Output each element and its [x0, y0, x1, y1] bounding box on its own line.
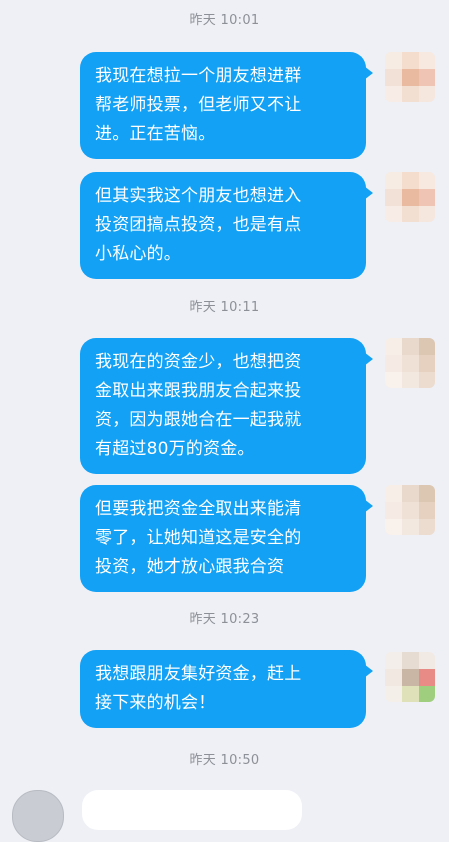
timestamp: 昨天 10:23	[189, 612, 260, 627]
avatar-icon[interactable]	[12, 790, 64, 842]
message-text-line: 小私心的。	[95, 244, 181, 264]
message-text-line: 金取出来跟我朋友合起来投	[95, 381, 302, 401]
timestamp: 昨天 10:50	[189, 753, 260, 768]
message-text-line: 我现在的资金少，也想把资	[95, 352, 302, 372]
bubble-tail	[364, 352, 373, 366]
message-bubble[interactable]: 我想跟朋友集好资金，赶上 接下来的机会！	[80, 650, 373, 728]
avatar-pixelated-icon[interactable]	[385, 485, 435, 535]
message-text-line: 进。正在苦恼。	[95, 124, 216, 144]
message-row	[0, 782, 449, 842]
message-text-line: 投资，她才放心跟我合资	[95, 557, 285, 577]
message-text-line: 但其实我这个朋友也想进入	[95, 186, 302, 206]
avatar-pixelated-icon[interactable]	[385, 52, 435, 102]
bubble-tail	[364, 186, 373, 200]
message-text-line: 投资团搞点投资，也是有点	[95, 215, 302, 235]
avatar-pixelated-icon[interactable]	[385, 652, 435, 702]
avatar-pixelated-icon[interactable]	[385, 338, 435, 388]
bubble-tail	[364, 66, 373, 80]
message-text-line: 但要我把资金全取出来能清	[95, 499, 302, 519]
message-text-line: 我现在想拉一个朋友想进群	[95, 66, 302, 86]
chat-conversation[interactable]: 昨天 10:01 我现在想拉一个朋友想进群 帮老师投票，但老师又不让 进。正在苦…	[0, 0, 449, 842]
message-bubble[interactable]: 我现在的资金少，也想把资 金取出来跟我朋友合起来投 资，因为跟她合在一起我就 有…	[80, 338, 373, 474]
message-bubble[interactable]: 但其实我这个朋友也想进入 投资团搞点投资，也是有点 小私心的。	[80, 172, 373, 279]
message-bubble[interactable]: 我现在想拉一个朋友想进群 帮老师投票，但老师又不让 进。正在苦恼。	[80, 52, 373, 159]
timestamp: 昨天 10:01	[189, 13, 260, 28]
timestamp: 昨天 10:11	[189, 300, 260, 315]
message-text-line: 资，因为跟她合在一起我就	[95, 410, 302, 430]
message-bubble[interactable]: 但要我把资金全取出来能清 零了，让她知道这是安全的 投资，她才放心跟我合资	[80, 485, 373, 592]
message-bubble[interactable]	[82, 790, 302, 830]
bubble-tail	[364, 664, 373, 678]
message-text-line: 帮老师投票，但老师又不让	[95, 95, 302, 115]
message-text-line: 接下来的机会！	[95, 693, 216, 713]
message-text-line: 零了，让她知道这是安全的	[95, 528, 302, 548]
avatar-pixelated-icon[interactable]	[385, 172, 435, 222]
message-text-line: 有超过80万的资金。	[95, 439, 255, 459]
bubble-tail	[364, 499, 373, 513]
message-text-line: 我想跟朋友集好资金，赶上	[95, 664, 302, 684]
